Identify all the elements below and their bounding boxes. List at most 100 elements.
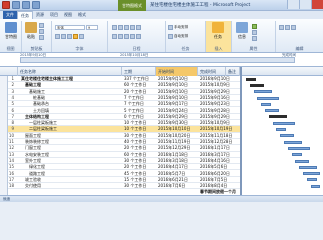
- tab-task[interactable]: 任务: [17, 11, 33, 19]
- task-name-cell[interactable]: 竣工验收: [25, 177, 121, 183]
- gantt-bar[interactable]: [253, 90, 272, 94]
- task-name-cell[interactable]: 某住宅楼住宅楼主体施工工程: [21, 76, 121, 82]
- finish-cell[interactable]: 2015年10月9日: [200, 120, 240, 126]
- duration-cell[interactable]: 10 个工作日: [124, 120, 156, 126]
- bold-icon[interactable]: [55, 33, 60, 39]
- start-cell[interactable]: 2016年1月18日: [158, 152, 198, 158]
- finish-cell[interactable]: 2016年7月5日: [200, 177, 240, 183]
- duration-cell[interactable]: 7 个工作日: [124, 101, 156, 107]
- duration-cell[interactable]: 15 个工作日: [124, 177, 156, 183]
- redo-icon[interactable]: [32, 1, 40, 9]
- start-cell[interactable]: 2015年10月10日: [158, 126, 198, 132]
- task-name-cell[interactable]: 屋面工程: [25, 133, 121, 139]
- start-cell[interactable]: 2016年7月6日: [158, 183, 198, 189]
- percent-25-icon[interactable]: [118, 24, 123, 30]
- gantt-bar[interactable]: [310, 184, 320, 188]
- finish-cell[interactable]: 2015年10月9日: [200, 82, 240, 88]
- gantt-bar[interactable]: [295, 159, 310, 163]
- task-name-cell[interactable]: 室外工程: [25, 158, 121, 164]
- duration-cell[interactable]: 40 个工作日: [124, 139, 156, 145]
- inactivate-icon[interactable]: [136, 33, 141, 39]
- duration-cell[interactable]: 60 个工作日: [124, 82, 156, 88]
- finish-cell[interactable]: 2015年9月23日: [200, 101, 240, 107]
- finish-cell[interactable]: 2015年9月29日: [200, 89, 240, 95]
- start-cell[interactable]: 2015年9月10日: [158, 82, 198, 88]
- indent-icon[interactable]: [112, 33, 117, 39]
- information-button[interactable]: 信息: [235, 22, 249, 42]
- timeline[interactable]: 2015年9月10日 2015年10月18日 完成时间: [0, 53, 323, 67]
- gantt-bar[interactable]: [291, 153, 302, 157]
- finish-cell[interactable]: 2015年9月28日: [200, 108, 240, 114]
- finish-cell[interactable]: 2016年5月6日: [200, 164, 240, 170]
- clear-icon[interactable]: [291, 24, 296, 30]
- underline-icon[interactable]: [67, 33, 72, 39]
- percent-0-icon[interactable]: [112, 24, 117, 30]
- paste-button[interactable]: 粘贴: [24, 22, 38, 42]
- start-cell[interactable]: 2015年9月10日: [158, 95, 198, 101]
- font-color-icon[interactable]: [79, 33, 84, 39]
- start-cell[interactable]: 2016年3月18日: [158, 158, 198, 164]
- finish-cell[interactable]: 2015年9月16日: [200, 95, 240, 101]
- duration-cell[interactable]: 20 个工作日: [124, 145, 156, 151]
- details-icon[interactable]: [252, 30, 257, 35]
- start-cell[interactable]: 2016年6月21日: [158, 177, 198, 183]
- finish-cell[interactable]: 2015年12月28日: [200, 139, 240, 145]
- gantt-bar[interactable]: [246, 77, 256, 81]
- copy-icon[interactable]: [39, 29, 44, 34]
- timeline-bar[interactable]: [20, 57, 295, 63]
- gantt-chart-button[interactable]: 甘特图: [4, 22, 18, 42]
- start-cell[interactable]: 2015年9月29日: [158, 114, 198, 120]
- tab-file[interactable]: 文件: [3, 11, 17, 19]
- task-name-cell[interactable]: 土方回填: [33, 108, 121, 114]
- task-name-cell[interactable]: 基础施工: [29, 89, 121, 95]
- finish-cell[interactable]: 2016年1月17日: [200, 145, 240, 151]
- tab-view[interactable]: 视图: [61, 11, 75, 19]
- start-cell[interactable]: 2016年4月17日: [158, 164, 198, 170]
- close-button[interactable]: [311, 0, 323, 9]
- start-cell[interactable]: 2015年11月19日: [158, 139, 198, 145]
- format-painter-icon[interactable]: [39, 35, 44, 40]
- duration-cell[interactable]: 337 个工作日: [124, 76, 156, 82]
- task-name-cell[interactable]: 水电安装工程: [25, 152, 121, 158]
- task-name-cell[interactable]: 装饰装修工程: [25, 139, 121, 145]
- gantt-bar[interactable]: [284, 140, 302, 144]
- gantt-bar[interactable]: [299, 165, 318, 169]
- maximize-button[interactable]: [299, 0, 311, 9]
- minimize-button[interactable]: [287, 0, 299, 9]
- start-cell[interactable]: 2016年5月7日: [158, 171, 198, 177]
- insert-task-button[interactable]: 任务: [211, 22, 225, 42]
- finish-cell[interactable]: 2016年3月17日: [200, 152, 240, 158]
- duration-cell[interactable]: 5 个工作日: [124, 108, 156, 114]
- context-tab-gantt-format[interactable]: 甘特图格式: [118, 0, 146, 11]
- task-name-cell[interactable]: 绿化工程: [29, 164, 121, 170]
- tab-format[interactable]: 格式: [75, 11, 89, 19]
- finish-cell[interactable]: 2016年8月4日: [200, 183, 240, 189]
- duration-cell[interactable]: 45 个工作日: [124, 171, 156, 177]
- duration-cell[interactable]: 10 个工作日: [124, 126, 156, 132]
- duration-cell[interactable]: 7 个工作日: [124, 95, 156, 101]
- gantt-bar[interactable]: [272, 121, 295, 125]
- task-name-cell[interactable]: 基础承台: [33, 101, 121, 107]
- start-cell[interactable]: 2015年9月17日: [158, 101, 198, 107]
- percent-100-icon[interactable]: [136, 24, 141, 30]
- font-name-select[interactable]: 宋体: [55, 24, 85, 30]
- notes-icon[interactable]: [252, 24, 257, 29]
- finish-cell[interactable]: 2016年9月10日: [200, 76, 240, 82]
- task-name-cell[interactable]: 基础工程: [25, 82, 121, 88]
- finish-cell[interactable]: 2016年4月16日: [200, 158, 240, 164]
- task-name-cell[interactable]: 一层柱梁板施工: [29, 120, 121, 126]
- column-task-name[interactable]: 任务名称: [18, 67, 122, 76]
- column-start[interactable]: 开始时间: [156, 67, 198, 76]
- undo-icon[interactable]: [22, 1, 30, 9]
- task-name-cell[interactable]: 交付使用: [25, 183, 121, 189]
- link-tasks-icon[interactable]: [124, 33, 129, 39]
- scroll-to-task-icon[interactable]: [279, 24, 284, 30]
- italic-icon[interactable]: [61, 33, 66, 39]
- start-cell[interactable]: 2015年9月24日: [158, 108, 198, 114]
- percent-50-icon[interactable]: [124, 24, 129, 30]
- gantt-bar[interactable]: [261, 102, 272, 106]
- duration-cell[interactable]: 30 个工作日: [124, 133, 156, 139]
- finish-cell[interactable]: 2015年10月19日: [200, 126, 240, 132]
- start-cell[interactable]: 2015年9月10日: [158, 76, 198, 82]
- task-name-cell[interactable]: 道路工程: [29, 171, 121, 177]
